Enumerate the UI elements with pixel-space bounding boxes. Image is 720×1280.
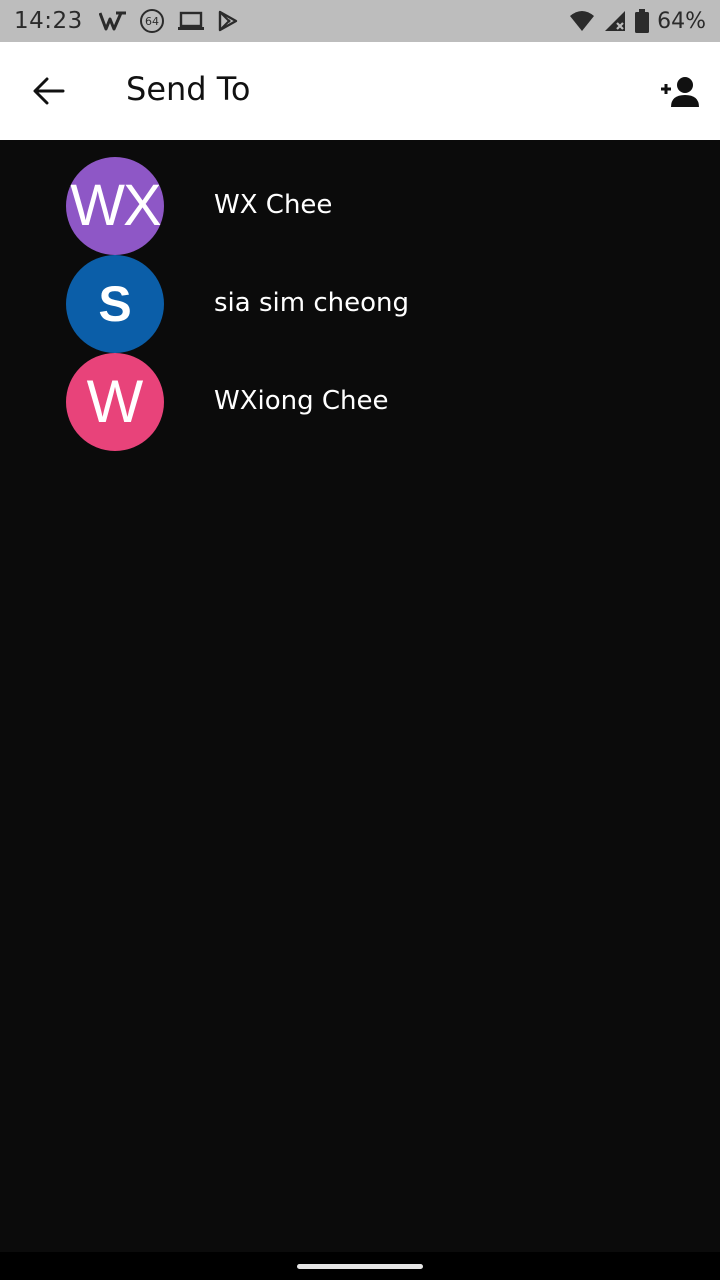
status-right: 64% — [569, 9, 706, 34]
play-store-icon — [217, 10, 239, 32]
battery-icon — [635, 9, 650, 33]
contact-list: WX WX Chee S sia sim cheong W WXiong Che… — [0, 140, 720, 451]
contact-name: sia sim cheong — [214, 288, 409, 318]
wps-icon — [98, 10, 127, 32]
status-left: 14:23 64 — [14, 8, 251, 34]
contact-item[interactable]: W WXiong Chee — [0, 336, 720, 451]
contact-name: WX Chee — [214, 190, 333, 220]
navigation-bar — [0, 1252, 720, 1280]
app-badge-number: 64 — [145, 15, 159, 28]
status-time: 14:23 — [14, 8, 83, 34]
back-button[interactable] — [22, 66, 76, 116]
avatar-initials: W — [86, 368, 144, 435]
arrow-left-icon — [33, 77, 65, 105]
avatar: W — [66, 353, 164, 451]
screen: 14:23 64 64% Send To WX WX Chee S sia si… — [0, 0, 720, 1280]
avatar-initials: WX — [70, 173, 161, 238]
avatar-initials: S — [98, 276, 132, 332]
contact-item[interactable]: S sia sim cheong — [0, 238, 720, 353]
signal-icon — [603, 10, 627, 32]
laptop-icon — [177, 11, 205, 31]
person-add-icon — [661, 77, 699, 107]
status-bar: 14:23 64 64% — [0, 0, 720, 42]
add-contact-button[interactable] — [654, 68, 706, 116]
page-title: Send To — [126, 70, 251, 108]
home-indicator[interactable] — [297, 1264, 423, 1269]
battery-percent: 64% — [657, 8, 706, 34]
contact-item[interactable]: WX WX Chee — [0, 140, 720, 255]
app-64-icon: 64 — [139, 8, 165, 34]
contact-name: WXiong Chee — [214, 386, 389, 416]
wifi-icon — [569, 10, 595, 32]
app-bar: Send To — [0, 42, 720, 140]
